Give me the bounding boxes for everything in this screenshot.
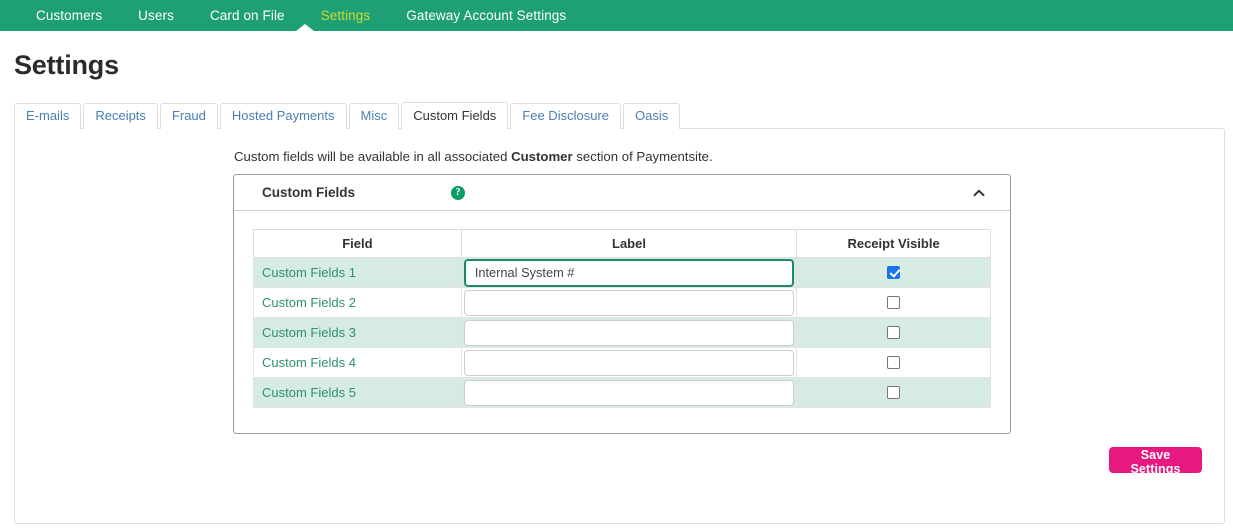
tab-custom-fields[interactable]: Custom Fields bbox=[401, 102, 509, 129]
row-field-name: Custom Fields 3 bbox=[253, 317, 462, 348]
custom-field-4-receipt-visible-checkbox[interactable] bbox=[887, 355, 901, 369]
tab-emails[interactable]: E-mails bbox=[14, 103, 82, 129]
intro-bold-customer: Customer bbox=[511, 149, 573, 164]
row-label-cell bbox=[460, 287, 798, 318]
row-receipt-visible-cell bbox=[796, 347, 991, 378]
row-receipt-visible-cell bbox=[796, 377, 991, 408]
nav-item-users[interactable]: Users bbox=[120, 0, 192, 31]
active-nav-pointer-icon bbox=[296, 24, 314, 31]
table-row: Custom Fields 2 bbox=[253, 287, 991, 318]
row-receipt-visible-cell bbox=[796, 287, 991, 318]
row-label-cell bbox=[460, 377, 798, 408]
tab-receipts[interactable]: Receipts bbox=[83, 103, 158, 129]
row-field-name: Custom Fields 1 bbox=[253, 257, 462, 288]
table-body: Custom Fields 1 Custom Fields 2 bbox=[253, 257, 991, 408]
chevron-up-icon[interactable] bbox=[972, 186, 986, 200]
intro-prefix: Custom fields will be available in all a… bbox=[234, 149, 512, 164]
custom-field-5-receipt-visible-checkbox[interactable] bbox=[887, 385, 901, 399]
custom-field-3-receipt-visible-checkbox[interactable] bbox=[887, 325, 901, 339]
top-navigation-bar: Customers Users Card on File Settings Ga… bbox=[0, 0, 1233, 31]
tab-content-panel: Custom fields will be available in all a… bbox=[14, 128, 1225, 524]
table-row: Custom Fields 1 bbox=[253, 257, 991, 288]
row-label-cell bbox=[460, 257, 798, 288]
custom-field-1-receipt-visible-checkbox[interactable] bbox=[887, 265, 901, 279]
custom-field-3-label-input[interactable] bbox=[463, 319, 795, 346]
custom-field-4-label-input[interactable] bbox=[463, 349, 795, 376]
help-circle-icon[interactable]: ? bbox=[451, 186, 465, 200]
app-window: Customers Users Card on File Settings Ga… bbox=[0, 0, 1233, 532]
tab-fraud[interactable]: Fraud bbox=[159, 103, 218, 129]
custom-fields-card-title: Custom Fields bbox=[262, 185, 356, 200]
row-receipt-visible-cell bbox=[796, 317, 991, 348]
table-row: Custom Fields 4 bbox=[253, 347, 991, 378]
row-label-cell bbox=[460, 347, 798, 378]
table-row: Custom Fields 5 bbox=[253, 377, 991, 408]
row-field-name: Custom Fields 4 bbox=[253, 347, 462, 378]
tab-oasis[interactable]: Oasis bbox=[623, 103, 681, 129]
custom-field-2-label-input[interactable] bbox=[463, 289, 795, 316]
column-header-field: Field bbox=[253, 229, 462, 258]
intro-suffix: section of Paymentsite. bbox=[572, 149, 713, 164]
row-label-cell bbox=[460, 317, 798, 348]
custom-field-2-receipt-visible-checkbox[interactable] bbox=[887, 295, 901, 309]
row-field-name: Custom Fields 5 bbox=[253, 377, 462, 408]
custom-field-5-label-input[interactable] bbox=[463, 379, 795, 406]
custom-fields-card-header[interactable]: Custom Fields ? bbox=[234, 175, 1010, 211]
nav-item-settings[interactable]: Settings bbox=[303, 0, 389, 31]
save-settings-button[interactable]: Save Settings bbox=[1109, 447, 1202, 476]
row-field-name: Custom Fields 2 bbox=[253, 287, 462, 318]
custom-field-1-label-input[interactable] bbox=[463, 258, 795, 287]
column-header-receipt-visible: Receipt Visible bbox=[796, 229, 991, 258]
tab-hosted-payments[interactable]: Hosted Payments bbox=[219, 103, 347, 129]
table-header-row: Field Label Receipt Visible bbox=[253, 229, 991, 258]
tab-fee-disclosure[interactable]: Fee Disclosure bbox=[510, 103, 621, 129]
table-header: Field Label Receipt Visible bbox=[253, 229, 991, 258]
settings-tab-bar: E-mails Receipts Fraud Hosted Payments M… bbox=[14, 102, 682, 129]
page-title: Settings bbox=[14, 50, 119, 80]
nav-item-card-on-file[interactable]: Card on File bbox=[192, 0, 303, 31]
custom-fields-card-body: Field Label Receipt Visible Custom Field… bbox=[234, 211, 1010, 433]
custom-fields-card: Custom Fields ? Field Label Receipt Visi… bbox=[233, 174, 1011, 434]
custom-fields-table: Field Label Receipt Visible Custom Field… bbox=[253, 229, 991, 408]
tab-misc[interactable]: Misc bbox=[348, 103, 400, 129]
nav-item-customers[interactable]: Customers bbox=[18, 0, 120, 31]
nav-item-gateway-account-settings[interactable]: Gateway Account Settings bbox=[388, 0, 584, 31]
table-row: Custom Fields 3 bbox=[253, 317, 991, 348]
intro-description: Custom fields will be available in all a… bbox=[234, 149, 713, 164]
row-receipt-visible-cell bbox=[796, 257, 991, 288]
column-header-label: Label bbox=[460, 229, 798, 258]
